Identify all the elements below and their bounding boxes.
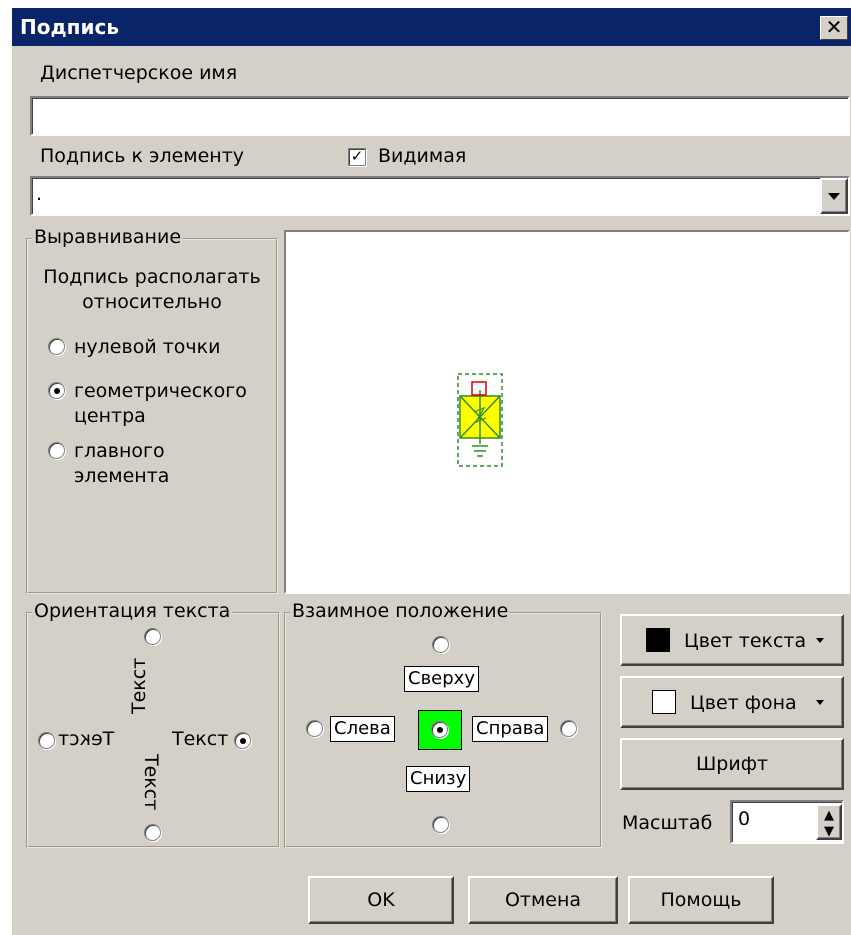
- position-right-label: Справа: [472, 716, 549, 742]
- relative-position-group-title: Взаимное положение: [290, 600, 511, 622]
- orientation-down-text: Текст: [140, 754, 162, 811]
- chevron-down-icon: [828, 193, 840, 200]
- element-caption-combo-value: .: [36, 183, 43, 205]
- position-center-cell[interactable]: [418, 710, 462, 750]
- orientation-down-radio[interactable]: [144, 824, 161, 841]
- position-bottom-label: Снизу: [406, 766, 471, 792]
- position-left-radio[interactable]: [306, 720, 323, 737]
- arrow-up-icon: ▲: [824, 808, 834, 823]
- scale-label: Масштаб: [622, 812, 713, 834]
- text-color-label: Цвет текста: [684, 630, 807, 652]
- alignment-caption-line2: относительно: [82, 291, 222, 313]
- align-geometric-center-label: геометрического: [74, 380, 247, 402]
- orientation-up-radio[interactable]: [144, 628, 161, 645]
- align-main-element-radio[interactable]: [48, 442, 65, 459]
- orientation-right-radio[interactable]: [234, 732, 251, 749]
- text-color-swatch: [646, 628, 670, 652]
- position-center-radio[interactable]: [431, 721, 448, 738]
- combo-dropdown-button[interactable]: [820, 178, 848, 214]
- align-main-element-label2: элемента: [74, 465, 170, 487]
- text-color-dropdown-icon: [816, 638, 824, 643]
- alignment-caption-line1: Подпись располагать: [43, 266, 261, 288]
- element-symbol-icon: [457, 373, 503, 467]
- element-caption-combo[interactable]: .: [30, 176, 850, 216]
- caption-dialog: Подпись ✕ Диспетчерское имя Подпись к эл…: [12, 8, 851, 935]
- align-main-element-label: главного: [74, 440, 165, 462]
- cancel-button[interactable]: Отмена: [468, 876, 618, 924]
- orientation-left-radio[interactable]: [38, 732, 55, 749]
- relative-position-group: Взаимное положение Сверху Слева Справа С…: [284, 600, 602, 848]
- window-title: Подпись: [20, 15, 119, 39]
- preview-panel: [284, 230, 850, 594]
- font-button[interactable]: Шрифт: [620, 738, 844, 790]
- text-color-button[interactable]: Цвет текста: [620, 614, 844, 666]
- dispatcher-name-input[interactable]: [30, 96, 850, 136]
- align-zero-point-label: нулевой точки: [74, 336, 221, 358]
- position-left-label: Слева: [330, 716, 395, 742]
- bg-color-button[interactable]: Цвет фона: [620, 676, 844, 728]
- position-bottom-radio[interactable]: [432, 816, 449, 833]
- orientation-up-text: Текст: [128, 657, 150, 714]
- orientation-right-text: Текст: [172, 728, 229, 750]
- title-bar[interactable]: Подпись ✕: [12, 8, 851, 46]
- alignment-group: Выравнивание Подпись располагать относит…: [26, 226, 278, 594]
- align-zero-point-radio[interactable]: [48, 338, 65, 355]
- position-top-radio[interactable]: [432, 636, 449, 653]
- scale-value: 0: [738, 808, 751, 830]
- position-top-label: Сверху: [404, 666, 479, 692]
- scale-input[interactable]: 0 ▲ ▼: [730, 800, 844, 844]
- element-caption-label: Подпись к элементу: [40, 145, 245, 167]
- bg-color-swatch: [652, 690, 676, 714]
- help-button[interactable]: Помощь: [628, 876, 774, 924]
- dispatcher-name-label: Диспетчерское имя: [40, 62, 238, 84]
- arrow-down-icon: ▼: [824, 824, 834, 839]
- text-orientation-group: Ориентация текста Текст Текст Текст Текс…: [26, 600, 280, 848]
- orientation-left-text: Текст: [58, 728, 115, 750]
- visible-checkbox[interactable]: ✓: [348, 148, 366, 166]
- ok-button[interactable]: OK: [308, 876, 454, 924]
- position-right-radio[interactable]: [560, 720, 577, 737]
- visible-checkbox-label: Видимая: [378, 145, 467, 167]
- scale-spinner[interactable]: ▲ ▼: [816, 804, 842, 840]
- bg-color-label: Цвет фона: [690, 692, 797, 714]
- text-orientation-group-title: Ориентация текста: [32, 600, 233, 622]
- align-geometric-center-label2: центра: [74, 405, 146, 427]
- bg-color-dropdown-icon: [816, 700, 824, 705]
- alignment-group-title: Выравнивание: [32, 226, 184, 248]
- align-geometric-center-radio[interactable]: [48, 382, 65, 399]
- close-button[interactable]: ✕: [820, 16, 848, 40]
